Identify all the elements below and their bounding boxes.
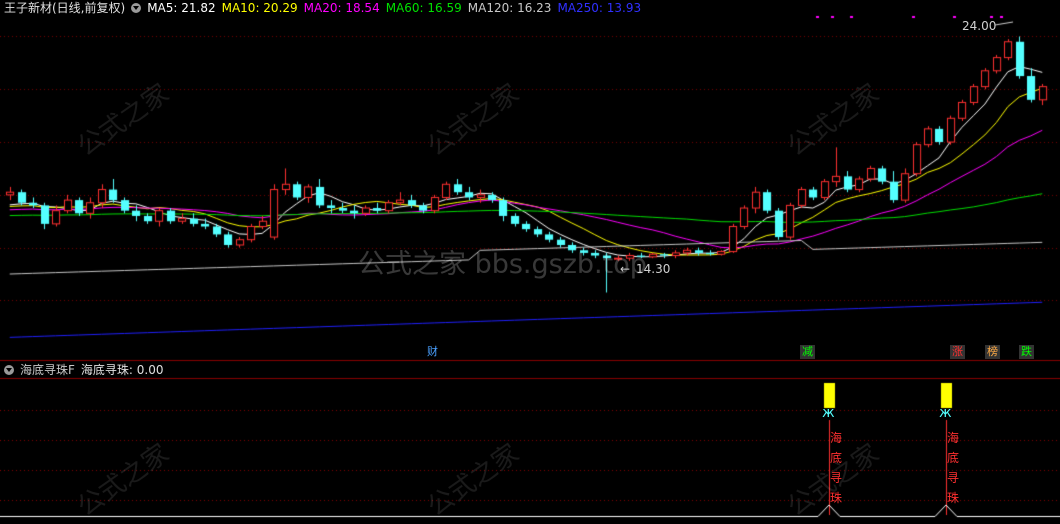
ma120-value: MA120: 16.23 (467, 1, 552, 15)
ma60-value: MA60: 16.59 (385, 1, 462, 15)
ma10-value: MA10: 20.29 (221, 1, 298, 15)
ma5-value: MA5: 21.82 (147, 1, 216, 15)
ma250-value: MA250: 13.93 (557, 1, 642, 15)
indicator-value: 海底寻珠: 0.00 (80, 363, 164, 377)
marker-bang[interactable]: 榜 (985, 345, 1000, 359)
butterfly-icon: ж (822, 405, 835, 421)
dropdown-icon[interactable] (4, 365, 14, 375)
indicator-legend: 海底寻珠F 海底寻珠: 0.00 (4, 363, 169, 377)
butterfly-icon: ж (939, 405, 952, 421)
dropdown-icon[interactable] (131, 3, 142, 13)
high-price-label: 24.00 (962, 19, 997, 33)
indicator-name: 海底寻珠F (20, 363, 75, 377)
ma20-value: MA20: 18.54 (303, 1, 380, 15)
marker-cai[interactable]: 财 (425, 345, 440, 359)
marker-die[interactable]: 跌 (1019, 345, 1034, 359)
marker-jian[interactable]: 减 (800, 345, 815, 359)
kline-chart[interactable] (0, 0, 1060, 520)
signal-label-1: 海底寻珠 (829, 431, 842, 505)
signal-label-2: 海底寻珠 (946, 431, 959, 505)
low-arrow-icon: ← (620, 262, 631, 276)
low-price-label: 14.30 (636, 262, 671, 276)
ma-legend: 王子新材(日线,前复权) MA5: 21.82 MA10: 20.29 MA20: 1… (4, 1, 647, 15)
marker-zhang[interactable]: 涨 (950, 345, 965, 359)
stock-title: 王子新材(日线,前复权) (4, 1, 126, 15)
